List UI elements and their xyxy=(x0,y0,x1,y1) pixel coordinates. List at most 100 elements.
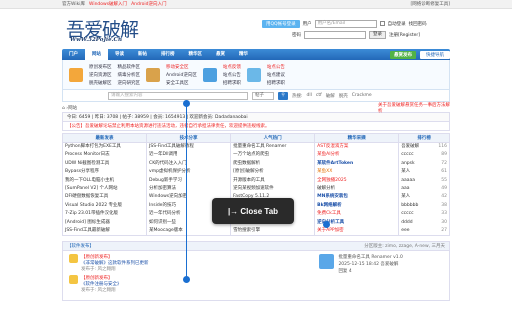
list-item[interactable]: [原创]破解分析 xyxy=(231,168,314,176)
list-item[interactable]: 破解分析 xyxy=(315,185,398,193)
nav-site[interactable]: 网站 xyxy=(85,49,108,60)
hot-search-item[interactable]: ctf xyxy=(316,93,322,98)
rank-row[interactable]: aaaaa 55 xyxy=(399,177,449,185)
list-item[interactable]: JSS-Find工具破解教程 xyxy=(147,143,230,151)
subnav-item[interactable]: 站点公告 xyxy=(267,64,285,70)
nav-essence[interactable]: 精华 xyxy=(232,49,255,60)
autologin-checkbox[interactable] xyxy=(379,21,385,26)
list-item[interactable]: 雪豹搜索引擎 xyxy=(231,227,314,235)
latest-post[interactable]: 批量重命名工具 Renamer v1.0 2025-12-15 18:42 吾爱… xyxy=(319,254,403,275)
list-item[interactable]: 某软件ArtToken xyxy=(315,160,398,168)
list-item[interactable]: 开源版本的工具 xyxy=(231,177,314,185)
subnav-item[interactable]: 招聘求职 xyxy=(223,80,241,86)
right-ad-link[interactable]: 关于吾爱破解悬赏任务—事后方法解析 xyxy=(378,102,450,114)
rank-row[interactable]: 吾爱破解 116 xyxy=(399,143,449,151)
rank-row[interactable]: ccccc 33 xyxy=(399,210,449,218)
rank-row[interactable]: eee 27 xyxy=(399,227,449,235)
qq-login-button[interactable]: 用QQ帐号登录 xyxy=(262,19,300,28)
password-label: 密码 xyxy=(292,32,301,38)
subnav-item[interactable]: 站点反馈 xyxy=(223,64,241,70)
hot-search-item[interactable]: dll xyxy=(307,93,312,98)
post-item[interactable]: 【原创新发布】 《软件注册与安全》 发布于: 风之翱翔 xyxy=(69,275,443,293)
rank-row[interactable]: aaa 49 xyxy=(399,185,449,193)
rank-row[interactable]: 某人 61 xyxy=(399,168,449,176)
rank-row[interactable]: anpsk 72 xyxy=(399,160,449,168)
hot-search-item[interactable]: Crackme xyxy=(352,93,372,98)
list-item[interactable]: 关于APP加密 xyxy=(315,227,398,235)
rank-row[interactable]: ccccc 89 xyxy=(399,151,449,159)
find-password-link[interactable]: 找回密码 xyxy=(409,21,427,27)
list-item[interactable]: MN系统安装包 xyxy=(315,193,398,201)
nav-new[interactable]: 新帖 xyxy=(131,49,154,60)
subnav-item[interactable]: 原创发布区 xyxy=(89,64,112,70)
nav-guide[interactable]: 导读 xyxy=(108,49,131,60)
list-item[interactable]: 某Moocage版本 xyxy=(147,227,230,235)
hot-search-item[interactable]: 破解 xyxy=(326,93,335,99)
rank-row[interactable]: dddd 30 xyxy=(399,219,449,227)
network-fix-link[interactable]: [网络诊断修复工具] xyxy=(410,1,450,7)
quick-nav-button[interactable]: 快捷导航 xyxy=(420,50,450,59)
list-item[interactable]: Bk网络解析 xyxy=(315,202,398,210)
subnav-item[interactable]: 招聘求职 xyxy=(267,80,285,86)
list-item[interactable]: UDW Ni截图检测工具 xyxy=(63,160,146,168)
nav-digest[interactable]: 精华区 xyxy=(182,49,210,60)
site-logo[interactable]: 吾爱破解 WwW.52PoJie.Cn xyxy=(62,13,166,45)
list-item[interactable]: AST反混淆方案 xyxy=(315,143,398,151)
rank-row[interactable]: 某人 42 xyxy=(399,193,449,201)
subnav-item[interactable]: 移动安全区 xyxy=(166,64,197,70)
windows-guide-link[interactable]: Windows破解入门 xyxy=(89,1,127,7)
list-item[interactable]: 爬虫数据解析 xyxy=(231,160,314,168)
list-item[interactable]: 一万个站点的爬虫 xyxy=(231,151,314,159)
list-item[interactable]: Visual Studio 2022 专业版 xyxy=(63,202,146,210)
list-item[interactable]: CK的代码注入入门 xyxy=(147,160,230,168)
login-button[interactable]: 登录 xyxy=(369,30,386,39)
subnav-item[interactable]: 逆向研究区 xyxy=(118,80,141,86)
search-button[interactable]: ⚲ xyxy=(278,91,288,100)
list-item[interactable]: 某鱼XX xyxy=(315,168,398,176)
register-link[interactable]: 注册[Register] xyxy=(389,32,420,38)
subnav-item[interactable]: 脱壳破解区 xyxy=(89,80,112,86)
list-item[interactable]: Process Monitor日志 xyxy=(63,151,146,159)
hot-search-item[interactable]: 脱壳 xyxy=(339,93,348,99)
list-item[interactable]: 我的一下OLL电脑小主机 xyxy=(63,177,146,185)
username-input[interactable]: 用户名/Email xyxy=(314,19,377,28)
list-item[interactable]: vmp虚拟机保护分析 xyxy=(147,168,230,176)
bounty-publish-button[interactable]: 悬赏发布 xyxy=(390,50,416,59)
search-input[interactable]: 请输入搜索内容 xyxy=(108,91,248,100)
list-item[interactable]: 近一年Dll调用 xyxy=(147,151,230,159)
list-item[interactable]: DFl硬盘数据恢复工具 xyxy=(63,193,146,201)
list-item[interactable]: 分析加密算法 xyxy=(147,185,230,193)
list-item[interactable]: Python脚本打包为EXE工具 xyxy=(63,143,146,151)
subnav-item[interactable]: Android逆向区 xyxy=(166,72,197,78)
list-item[interactable]: Debug新手学习 xyxy=(147,177,230,185)
search-type-select[interactable]: 帖子 xyxy=(252,91,274,100)
list-item[interactable]: [Android] 图标生成器 xyxy=(63,219,146,227)
forum-icon xyxy=(319,254,334,270)
notice-bar[interactable]: 【公告】吾爱破解论坛禁止利用本站资源进行违法活动，违者自行承担法律责任，欢迎提供… xyxy=(62,122,450,131)
password-input[interactable] xyxy=(304,30,366,39)
latest-post-title[interactable]: 批量重命名工具 Renamer v1.0 xyxy=(338,255,403,260)
list-item[interactable]: Bypass分享程序 xyxy=(63,168,146,176)
subnav-item[interactable]: 逆向资源区 xyxy=(89,72,112,78)
android-guide-link[interactable]: Android逆向入门 xyxy=(131,1,166,7)
list-item[interactable]: 批量重命名工具 Renamer xyxy=(231,143,314,151)
nav-portal[interactable]: 门户 xyxy=(62,49,85,60)
section-title[interactable]: 【软件发布】 xyxy=(67,243,94,249)
list-item[interactable]: 免费Ck工具 xyxy=(315,210,398,218)
subnav-item[interactable]: 精品软件区 xyxy=(118,64,141,70)
breadcrumb-item[interactable]: 网站 xyxy=(68,105,77,111)
list-item[interactable]: 7-Zip 23.01带插件汉化版 xyxy=(63,210,146,218)
subnav-item[interactable]: 站点公告 xyxy=(223,72,241,78)
wiki-link[interactable]: 官方Wiki库 xyxy=(62,1,85,7)
subnav-item[interactable]: 站点建议 xyxy=(267,72,285,78)
list-item[interactable]: JSS-Find工具最新破解 xyxy=(63,227,146,235)
list-item[interactable]: [SumPanel V2] 个人网站 xyxy=(63,185,146,193)
list-item[interactable]: 逆向某视频加速软件 xyxy=(231,185,314,193)
rank-row[interactable]: bbbbbb 38 xyxy=(399,202,449,210)
nav-bounty[interactable]: 悬赏 xyxy=(209,49,232,60)
subnav-item[interactable]: 病毒分析区 xyxy=(118,72,141,78)
list-item[interactable]: 全网独播2025 xyxy=(315,177,398,185)
list-item[interactable]: 某鱼AI分析 xyxy=(315,151,398,159)
subnav-item[interactable]: 安全工具区 xyxy=(166,80,197,86)
nav-rank[interactable]: 排行榜 xyxy=(154,49,182,60)
